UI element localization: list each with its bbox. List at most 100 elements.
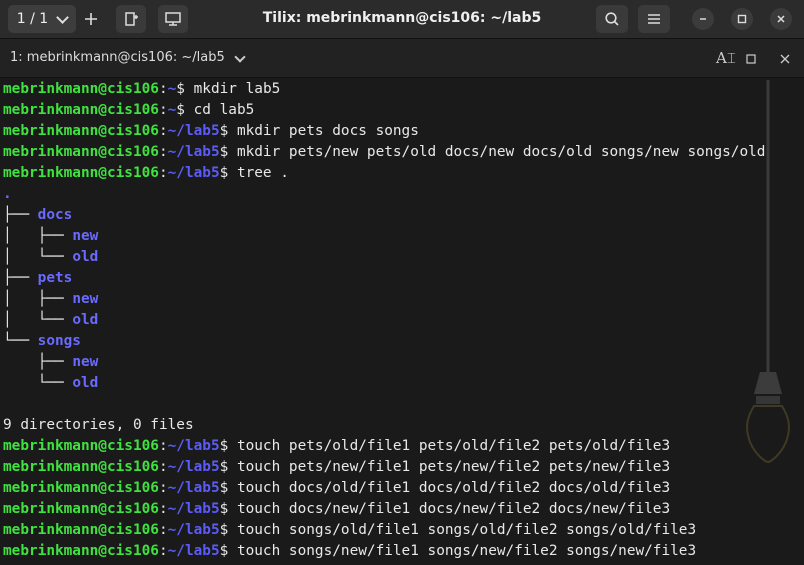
square-icon[interactable] <box>746 54 756 64</box>
command-line: mebrinkmann@cis106:~/lab5$ tree . <box>3 163 793 184</box>
prompt-symbol: $ <box>219 480 229 496</box>
prompt-user: mebrinkmann@cis106 <box>3 165 159 181</box>
prompt-user: mebrinkmann@cis106 <box>3 522 159 538</box>
prompt-user: mebrinkmann@cis106 <box>3 459 159 475</box>
prompt-path: ~ <box>167 81 177 97</box>
search-icon <box>605 12 619 26</box>
output-text: 9 directories, 0 files <box>3 417 194 433</box>
search-button[interactable] <box>596 5 628 33</box>
tree-branch: │ └── <box>3 312 73 328</box>
prompt-path: ~/lab5 <box>167 480 220 496</box>
tree-line: │ └── old <box>3 310 793 331</box>
hamburger-icon <box>648 14 660 24</box>
terminal-title[interactable]: 1: mebrinkmann@cis106: ~/lab5 <box>10 50 225 65</box>
prompt-path: ~/lab5 <box>167 438 220 454</box>
tree-branch: └── <box>3 333 38 349</box>
new-session-button[interactable] <box>116 5 146 33</box>
chevron-down-icon <box>56 10 70 24</box>
command-text: mkdir lab5 <box>184 81 281 97</box>
terminal-output[interactable]: mebrinkmann@cis106:~$ mkdir lab5 mebrinkm… <box>3 79 793 565</box>
tree-line: ├── docs <box>3 205 793 226</box>
prompt-symbol: $ <box>219 165 229 181</box>
sync-input-button[interactable] <box>158 5 188 33</box>
prompt-symbol: $ <box>219 123 229 139</box>
prompt-separator: : <box>158 165 168 181</box>
prompt-user: mebrinkmann@cis106 <box>3 81 159 97</box>
prompt-path: ~/lab5 <box>167 543 220 559</box>
tree-branch: └── <box>3 375 73 391</box>
tree-directory: new <box>72 354 99 370</box>
close-button[interactable] <box>770 8 792 30</box>
tree-line: │ ├── new <box>3 289 793 310</box>
prompt-symbol: $ <box>219 459 229 475</box>
tree-branch: ├── <box>3 207 38 223</box>
tree-line: . <box>3 184 793 205</box>
command-line: mebrinkmann@cis106:~/lab5$ mkdir pets/ne… <box>3 142 793 163</box>
tree-directory: old <box>72 312 99 328</box>
command-text: touch docs/new/file1 docs/new/file2 docs… <box>228 501 671 517</box>
prompt-user: mebrinkmann@cis106 <box>3 438 159 454</box>
command-text: cd lab5 <box>184 102 255 118</box>
tree-line: └── songs <box>3 331 793 352</box>
plus-icon <box>85 13 97 25</box>
command-line: mebrinkmann@cis106:~/lab5$ touch songs/n… <box>3 541 793 562</box>
prompt-separator: : <box>158 438 168 454</box>
prompt-symbol: $ <box>219 438 229 454</box>
tree-directory: old <box>72 249 99 265</box>
prompt-path: ~ <box>167 102 177 118</box>
terminal-title-bar: 1: mebrinkmann@cis106: ~/lab5 A⌶ <box>0 39 804 78</box>
command-line: mebrinkmann@cis106:~$ cd lab5 <box>3 100 793 121</box>
tree-line: └── old <box>3 373 793 394</box>
prompt-symbol: $ <box>219 522 229 538</box>
prompt-user: mebrinkmann@cis106 <box>3 501 159 517</box>
tree-directory: old <box>72 375 99 391</box>
command-text: touch docs/old/file1 docs/old/file2 docs… <box>228 480 671 496</box>
tree-directory: new <box>72 291 99 307</box>
tree-branch: │ └── <box>3 249 73 265</box>
prompt-separator: : <box>158 501 168 517</box>
command-line: mebrinkmann@cis106:~/lab5$ touch pets/ol… <box>3 436 793 457</box>
prompt-user: mebrinkmann@cis106 <box>3 123 159 139</box>
minimize-button[interactable] <box>692 8 714 30</box>
chevron-down-icon[interactable] <box>234 51 246 63</box>
tree-line: ├── new <box>3 352 793 373</box>
session-switcher-button[interactable]: 1 / 1 <box>8 5 76 33</box>
tree-branch: │ ├── <box>3 291 73 307</box>
command-text: touch pets/old/file1 pets/old/file2 pets… <box>228 438 671 454</box>
session-label: 1 / 1 <box>16 11 49 27</box>
prompt-separator: : <box>158 81 168 97</box>
text-cursor-icon[interactable]: A⌶ <box>716 49 736 67</box>
prompt-path: ~/lab5 <box>167 123 220 139</box>
prompt-path: ~/lab5 <box>167 501 220 517</box>
prompt-separator: : <box>158 543 168 559</box>
scrollbar[interactable] <box>793 79 804 565</box>
command-line: mebrinkmann@cis106:~$ mkdir lab5 <box>3 79 793 100</box>
command-text: mkdir pets docs songs <box>228 123 419 139</box>
tree-line: │ └── old <box>3 247 793 268</box>
command-text: tree . <box>228 165 289 181</box>
maximize-button[interactable] <box>731 8 753 30</box>
prompt-separator: : <box>158 102 168 118</box>
tree-branch: ├── <box>3 270 38 286</box>
tree-branch: ├── <box>3 354 73 370</box>
command-line: mebrinkmann@cis106:~/lab5$ touch pets/ne… <box>3 457 793 478</box>
prompt-path: ~/lab5 <box>167 459 220 475</box>
command-line: mebrinkmann@cis106:~/lab5$ touch songs/o… <box>3 520 793 541</box>
prompt-separator: : <box>158 522 168 538</box>
prompt-user: mebrinkmann@cis106 <box>3 144 159 160</box>
add-file-icon <box>125 12 138 26</box>
main-menu-button[interactable] <box>638 5 670 33</box>
minimize-icon <box>700 18 706 20</box>
command-text: touch songs/new/file1 songs/new/file2 so… <box>228 543 697 559</box>
add-terminal-button[interactable] <box>76 5 106 33</box>
close-icon[interactable] <box>780 54 790 64</box>
command-text: touch pets/new/file1 pets/new/file2 pets… <box>228 459 671 475</box>
prompt-symbol: $ <box>176 81 185 97</box>
tree-line: ├── pets <box>3 268 793 289</box>
prompt-separator: : <box>158 144 168 160</box>
prompt-separator: : <box>158 459 168 475</box>
tree-directory: new <box>72 228 99 244</box>
tree-directory: . <box>3 186 12 202</box>
prompt-user: mebrinkmann@cis106 <box>3 480 159 496</box>
